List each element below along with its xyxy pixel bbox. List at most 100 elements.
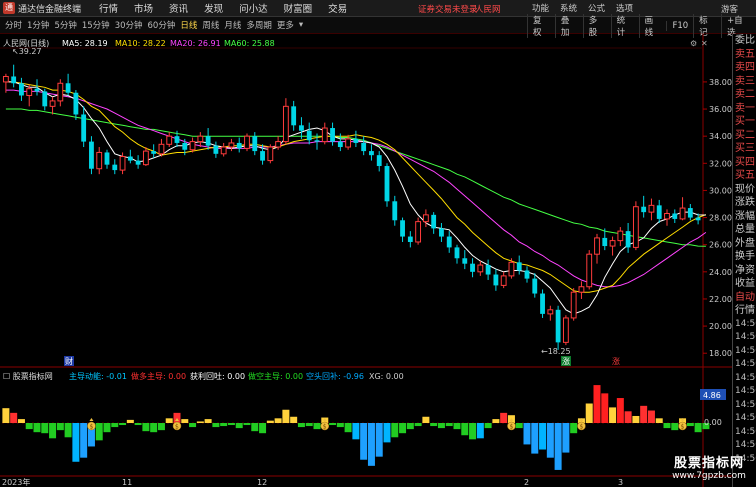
candle (594, 233, 600, 264)
indicator-bar (251, 423, 259, 432)
indicator-bar (391, 423, 399, 438)
menu-gongneng[interactable]: 功能 (532, 2, 549, 14)
indicator-bar (212, 423, 220, 428)
ma5-legend: MA5: 28.19 (62, 39, 108, 48)
login-notice[interactable]: 证券交易未登录 (418, 3, 478, 15)
candle-body (392, 201, 398, 221)
ma5-line (5, 81, 706, 315)
candle-body (11, 76, 17, 84)
candle-body (213, 145, 219, 154)
y-tick-label: 26.00 (709, 241, 732, 250)
candle (104, 149, 110, 169)
strip-sell4: 卖四 (735, 62, 755, 73)
candle-body (439, 228, 444, 237)
period-15min[interactable]: 15分钟 (82, 19, 110, 31)
candle-body (664, 212, 670, 220)
period-60min[interactable]: 60分钟 (148, 19, 176, 31)
strip-time: 14:50 (735, 413, 756, 423)
period-daily[interactable]: 日线 (180, 19, 197, 31)
ma-lines (5, 81, 707, 315)
menu-xitong[interactable]: 系统 (560, 2, 577, 14)
candle (158, 138, 165, 157)
candle-body (470, 263, 475, 272)
indicator-bar (10, 412, 18, 423)
chevron-down-icon[interactable]: ▾ (299, 20, 303, 30)
indicator-bar (64, 423, 72, 438)
candle (220, 142, 227, 157)
candle (470, 258, 475, 278)
nav-item-hangqing[interactable]: 行情 (99, 1, 118, 15)
menu-xuanxiang[interactable]: 选项 (616, 2, 633, 14)
money-bag-symbol: $ (509, 424, 513, 431)
candle-body (166, 135, 173, 145)
indicator-bar (624, 411, 632, 423)
period-weekly[interactable]: 周线 (202, 19, 219, 31)
period-fenshi[interactable]: 分时 (5, 19, 22, 31)
strip-sell2: 卖二 (735, 89, 755, 100)
period-5min[interactable]: 5分钟 (54, 19, 76, 31)
menu-gongshi[interactable]: 公式 (588, 2, 605, 14)
candle-body (65, 83, 71, 93)
money-bag-symbol: $ (323, 424, 327, 431)
limit-up-marker[interactable]: 涨 (562, 356, 570, 366)
candle (516, 255, 522, 275)
candle (609, 236, 616, 256)
strip-sell3: 卖三 (735, 75, 755, 87)
watermark-url: www.7gpzb.com (672, 471, 746, 481)
tool-f10[interactable]: F10 (666, 20, 693, 31)
strip-netasset: 净资 (735, 264, 755, 276)
close-panel-icon[interactable]: ✕ (701, 39, 708, 48)
period-multi[interactable]: 多周期 (246, 19, 272, 31)
candle-body (422, 214, 429, 223)
candle (244, 133, 250, 152)
kline-chart-svg[interactable]: $ $ $ $ $ $ 18.0020.0022.0024.0026.0028.0030.… (0, 34, 732, 487)
period-monthly[interactable]: 月线 (224, 19, 241, 31)
quote-panel-strip[interactable]: 委比 卖五 卖四 卖三 卖二 卖一 买一 买二 买三 买四 买五 现价 涨跌 涨… (732, 34, 756, 487)
limit-up-marker-2[interactable]: 涨 (612, 356, 620, 366)
candle (369, 144, 374, 161)
candle (400, 217, 405, 242)
indicator-bar (119, 423, 127, 426)
candle (562, 315, 569, 346)
candle-body (189, 141, 196, 151)
strip-sell1: 卖一 (735, 102, 755, 114)
candle (353, 130, 359, 148)
settings-icon[interactable]: ⚙ (690, 39, 697, 48)
indicator-bar (282, 409, 290, 423)
candle-body (508, 261, 515, 277)
nav-item-wenxiaoda[interactable]: 问小达 (239, 1, 268, 15)
period-1min[interactable]: 1分钟 (27, 19, 49, 31)
candle-body (96, 151, 103, 170)
nav-item-shichang[interactable]: 市场 (134, 1, 153, 15)
strip-auto[interactable]: 自动 (733, 291, 756, 305)
candle (19, 77, 24, 101)
finance-marker[interactable]: 财 (65, 356, 73, 366)
candle-body (104, 152, 110, 165)
period-more[interactable]: 更多 (277, 19, 294, 31)
indicator-bar (196, 421, 204, 423)
nav-item-zixun[interactable]: 资讯 (169, 1, 188, 15)
indicator-bar (562, 423, 570, 453)
indicator-bar (111, 423, 119, 428)
indicator-bar (585, 403, 593, 423)
chart-area[interactable]: $ $ $ $ $ $ 18.00 20.00 22.00 24.00 26.00 28.00 30.… (0, 34, 732, 487)
indicator-bar (500, 412, 508, 423)
strip-hangqing[interactable]: 行情 (733, 304, 756, 318)
nav-item-jiaoyi[interactable]: 交易 (328, 1, 347, 15)
indicator-bar (616, 398, 624, 423)
y-tick-label: 36.00 (709, 105, 732, 114)
candle (197, 132, 204, 148)
y-tick-label: 30.00 (709, 186, 732, 195)
candle-body (485, 265, 491, 275)
money-bag-symbol: $ (89, 424, 93, 431)
ind-zhudao: 主导动能: -0.01 (69, 371, 127, 381)
candle-body (632, 206, 639, 248)
indicator-bar (694, 423, 702, 433)
nav-item-faxian[interactable]: 发现 (204, 1, 223, 15)
candle (555, 305, 561, 350)
period-30min[interactable]: 30分钟 (115, 19, 143, 31)
candle (282, 98, 289, 145)
indicator-bar (445, 423, 453, 427)
nav-item-caifuquan[interactable]: 财富圈 (284, 1, 313, 15)
candle (299, 117, 304, 139)
